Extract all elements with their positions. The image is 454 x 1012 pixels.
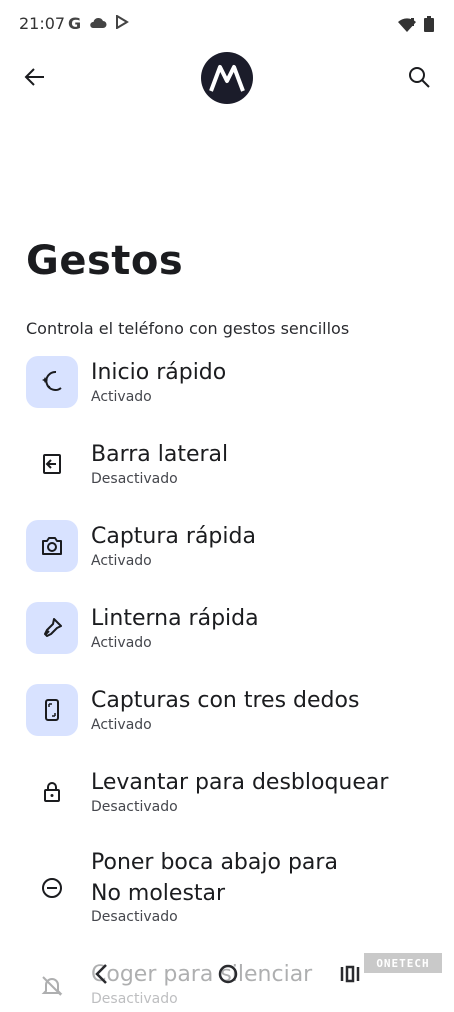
play-store-icon <box>115 14 130 33</box>
list-item-levantar-desbloquear[interactable]: Levantar para desbloquear Desactivado <box>0 766 454 836</box>
status-icons-left: G <box>68 14 130 33</box>
phone-screenshot-icon <box>45 699 59 721</box>
arrow-back-icon <box>24 68 44 86</box>
item-status: Activado <box>91 389 152 405</box>
item-icon-bg <box>26 356 78 408</box>
status-bar: 21:07 G <box>0 0 454 50</box>
status-time: 21:07 <box>19 14 66 33</box>
list-item-linterna-rapida[interactable]: Linterna rápida Activado <box>0 602 454 672</box>
flashlight-icon <box>44 618 62 637</box>
lock-icon <box>44 782 60 802</box>
list-item-capturas-tres-dedos[interactable]: Capturas con tres dedos Activado <box>0 684 454 754</box>
item-title: Capturas con tres dedos <box>91 688 360 713</box>
motorola-logo <box>201 52 253 104</box>
search-button[interactable] <box>404 62 434 92</box>
sparkle-moon-icon <box>42 370 62 391</box>
home-circle-icon <box>218 964 238 984</box>
nav-home-button[interactable] <box>216 962 240 986</box>
item-title: Inicio rápido <box>91 360 227 385</box>
wifi-icon <box>398 17 416 36</box>
nav-back-button[interactable] <box>90 962 114 986</box>
item-icon-bg <box>26 438 78 490</box>
item-title: Captura rápida <box>91 524 256 549</box>
item-status: Activado <box>91 717 152 733</box>
battery-icon <box>424 16 434 36</box>
list-item-inicio-rapido[interactable]: Inicio rápido Activado <box>0 356 454 426</box>
camera-icon <box>42 537 62 555</box>
google-icon: G <box>68 14 82 33</box>
list-item-captura-rapida[interactable]: Captura rápida Activado <box>0 520 454 590</box>
list-item-boca-abajo-no-molestar[interactable]: Poner boca abajo para No molestar Desact… <box>0 848 454 938</box>
back-button[interactable] <box>20 62 50 92</box>
item-icon-bg <box>26 602 78 654</box>
page-subtitle: Controla el teléfono con gestos sencillo… <box>26 319 350 338</box>
cloud-icon <box>89 14 107 33</box>
item-status: Desactivado <box>91 471 178 487</box>
item-title: Barra lateral <box>91 442 229 467</box>
do-not-disturb-icon <box>42 878 62 898</box>
watermark: ONETECH <box>364 953 442 973</box>
item-status: Activado <box>91 635 152 651</box>
chevron-left-icon <box>95 964 107 984</box>
list-item-barra-lateral[interactable]: Barra lateral Desactivado <box>0 438 454 508</box>
item-icon-bg <box>26 862 78 914</box>
item-status: Activado <box>91 553 152 569</box>
motorola-m-icon <box>209 65 245 92</box>
side-bar-icon <box>43 454 61 474</box>
item-icon-bg <box>26 520 78 572</box>
search-icon <box>409 67 430 88</box>
nav-recents-button[interactable] <box>338 962 362 986</box>
item-icon-bg <box>26 766 78 818</box>
recents-icon <box>340 965 360 983</box>
item-title-line2: No molestar <box>91 881 226 906</box>
status-icons-right <box>398 16 434 36</box>
page-title: Gestos <box>26 238 184 284</box>
item-title: Levantar para desbloquear <box>91 770 389 795</box>
item-icon-bg <box>26 684 78 736</box>
item-title: Linterna rápida <box>91 606 259 631</box>
item-status: Desactivado <box>91 799 178 815</box>
toolbar <box>0 50 454 106</box>
item-status: Desactivado <box>91 909 178 925</box>
item-title-line1: Poner boca abajo para <box>91 850 338 875</box>
